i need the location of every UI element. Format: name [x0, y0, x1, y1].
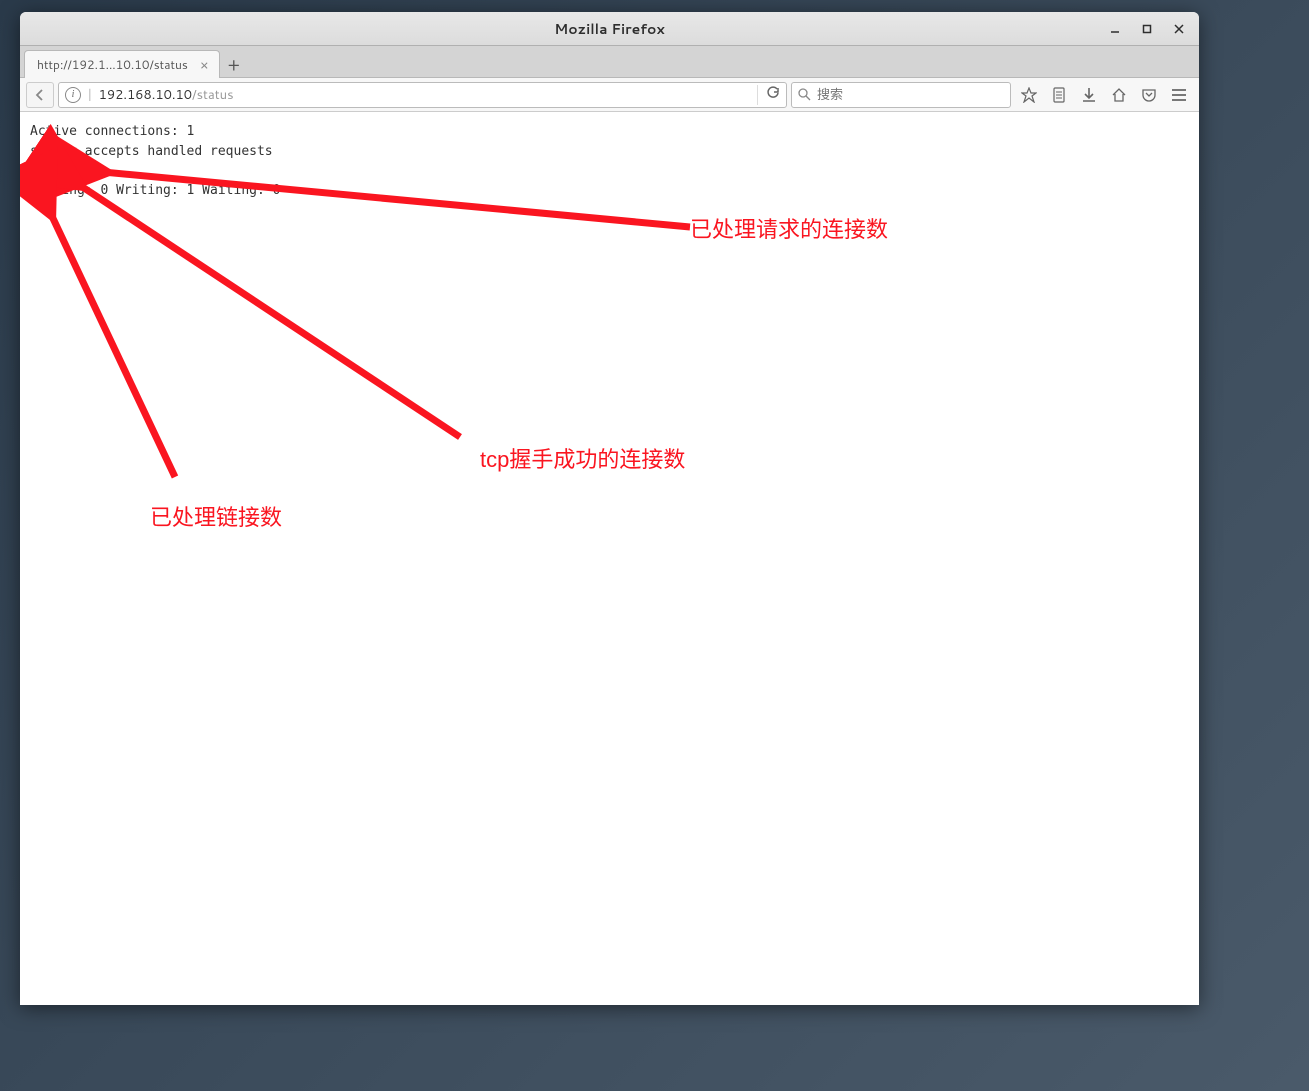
clipboard-icon [1052, 87, 1066, 103]
toolbar-icons [1015, 82, 1193, 108]
url-path: /status [192, 86, 234, 104]
home-icon [1111, 87, 1127, 103]
title-bar: Mozilla Firefox [20, 12, 1199, 46]
search-bar[interactable] [791, 82, 1011, 108]
address-bar[interactable]: i | 192.168.10.10/status [58, 82, 787, 108]
downloads-button[interactable] [1075, 82, 1103, 108]
browser-tab[interactable]: http://192.1...10.10/status × [24, 50, 220, 78]
pocket-button[interactable] [1135, 82, 1163, 108]
bookmarks-list-button[interactable] [1045, 82, 1073, 108]
close-button[interactable] [1163, 15, 1195, 43]
page-content: Active connections: 1 server accepts han… [20, 112, 1199, 1005]
status-line-3: 1 1 5 [30, 163, 85, 178]
minimize-icon [1110, 24, 1120, 34]
menu-button[interactable] [1165, 82, 1193, 108]
url-host: 192.168.10.10 [99, 86, 192, 104]
tab-title: http://192.1...10.10/status [37, 56, 188, 73]
new-tab-button[interactable]: + [220, 51, 248, 77]
reload-button[interactable] [757, 85, 780, 105]
download-icon [1081, 87, 1097, 103]
bookmark-star-button[interactable] [1015, 82, 1043, 108]
search-icon [798, 88, 811, 101]
window-controls [1099, 12, 1195, 45]
star-icon [1021, 87, 1037, 103]
minimize-button[interactable] [1099, 15, 1131, 43]
window-title: Mozilla Firefox [554, 19, 665, 39]
home-button[interactable] [1105, 82, 1133, 108]
back-button[interactable] [26, 82, 54, 108]
firefox-window: Mozilla Firefox http://192.1...10.10/sta… [20, 12, 1199, 1005]
status-line-2: server accepts handled requests [30, 144, 273, 159]
toolbar: i | 192.168.10.10/status [20, 78, 1199, 112]
site-info-icon[interactable]: i [65, 87, 81, 103]
search-input[interactable] [817, 87, 1004, 102]
close-icon [1174, 24, 1184, 34]
url-display: 192.168.10.10/status [99, 86, 234, 104]
status-line-4: Reading: 0 Writing: 1 Waiting: 0 [30, 183, 288, 198]
status-line-1: Active connections: 1 [30, 124, 202, 139]
tab-bar: http://192.1...10.10/status × + [20, 46, 1199, 78]
tab-close-button[interactable]: × [198, 55, 211, 75]
maximize-button[interactable] [1131, 15, 1163, 43]
pocket-icon [1141, 87, 1157, 103]
divider: | [87, 86, 93, 104]
reload-icon [766, 86, 780, 100]
maximize-icon [1142, 24, 1152, 34]
hamburger-icon [1171, 88, 1187, 102]
arrow-left-icon [33, 88, 47, 102]
